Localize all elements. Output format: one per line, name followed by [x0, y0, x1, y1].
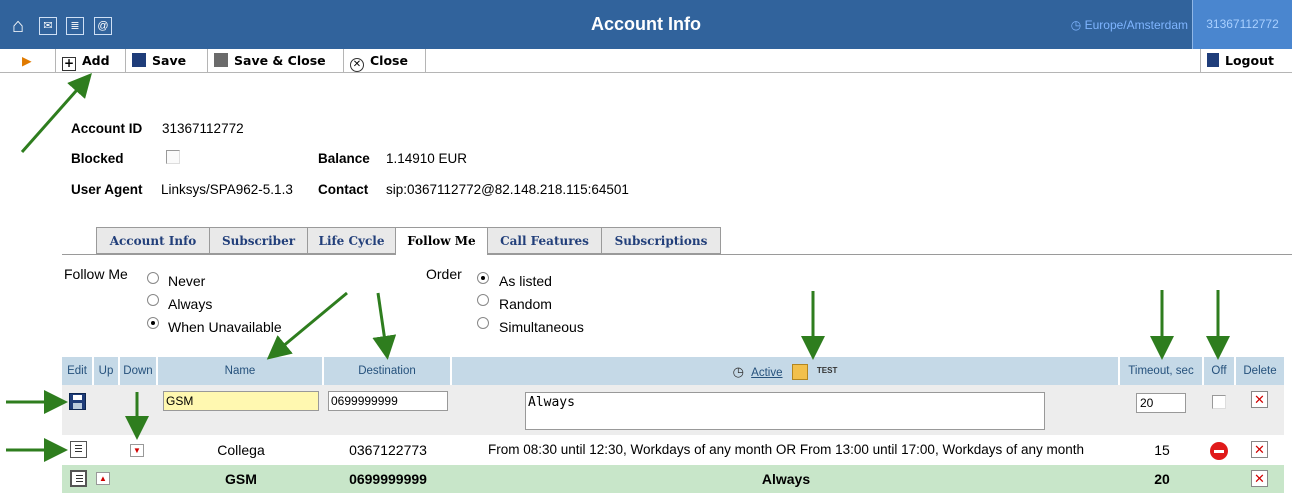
- follow-me-always-radio[interactable]: [147, 294, 159, 306]
- save-close-icon: [214, 53, 228, 67]
- save-close-label: Save & Close: [234, 53, 326, 68]
- off-checkbox[interactable]: [1212, 395, 1226, 409]
- active-link[interactable]: Active: [751, 367, 782, 379]
- save-icon: [132, 53, 146, 67]
- clock-icon: ◷: [1070, 18, 1085, 32]
- order-label: Order: [426, 266, 462, 282]
- play-icon[interactable]: ▶: [0, 49, 56, 73]
- row-timeout: 20: [1154, 471, 1170, 487]
- header-active: ◷ Active TEST: [452, 357, 1120, 385]
- logout-label: Logout: [1225, 53, 1274, 68]
- save-row-icon[interactable]: [69, 393, 86, 410]
- toolbar: ▶ + Add Save Save & Close ✕ Close Logout: [0, 49, 1292, 73]
- add-label: Add: [82, 53, 110, 68]
- logout-button[interactable]: Logout: [1200, 49, 1292, 73]
- timer-icon: ◷: [732, 364, 744, 379]
- move-up-icon[interactable]: ▲: [96, 472, 110, 485]
- save-button[interactable]: Save: [126, 49, 208, 73]
- account-id-value: 31367112772: [162, 121, 244, 136]
- row-timeout: 15: [1154, 442, 1170, 458]
- delete-row-button[interactable]: ✕: [1251, 391, 1268, 408]
- row-active: Always: [761, 471, 811, 487]
- arrow-name: [266, 291, 348, 360]
- follow-me-always-label: Always: [168, 296, 213, 312]
- tabs-divider: [62, 254, 1292, 255]
- header-down: Down: [120, 357, 158, 385]
- arrow-add: [20, 73, 92, 153]
- tab-follow-me[interactable]: Follow Me: [395, 227, 487, 255]
- edit-schedule-icon[interactable]: [791, 364, 808, 380]
- tab-subscriptions[interactable]: Subscriptions: [601, 227, 721, 254]
- user-agent-label: User Agent: [71, 182, 143, 197]
- header-delete: Delete: [1236, 357, 1284, 385]
- row-active: From 08:30 until 12:30, Workdays of any …: [487, 442, 1085, 457]
- header-up: Up: [94, 357, 120, 385]
- contact-label: Contact: [318, 182, 369, 197]
- table-row: ▲ GSM 0699999999 Always 20 ✕: [62, 465, 1284, 493]
- disabled-icon[interactable]: [1210, 442, 1228, 460]
- follow-me-never-label: Never: [168, 273, 206, 289]
- title-bar: ⌂ ✉ ≣ @ Account Info ◷ Europe/Amsterdam …: [0, 0, 1292, 49]
- arrow-destination: [372, 292, 397, 360]
- follow-me-unavailable-radio[interactable]: [147, 317, 159, 329]
- active-schedule-field[interactable]: Always: [525, 392, 1045, 430]
- tab-account-info[interactable]: Account Info: [96, 227, 209, 254]
- header-off: Off: [1204, 357, 1236, 385]
- header-edit: Edit: [62, 357, 94, 385]
- order-simultaneous-radio[interactable]: [477, 317, 489, 329]
- edit-row-icon[interactable]: [70, 470, 87, 487]
- balance-label: Balance: [318, 151, 370, 166]
- move-down-icon[interactable]: ▼: [130, 444, 144, 457]
- follow-me-unavailable-label: When Unavailable: [168, 319, 282, 335]
- account-number[interactable]: 31367112772: [1192, 0, 1292, 49]
- order-as-listed-label: As listed: [499, 273, 552, 289]
- header-timeout: Timeout, sec: [1120, 357, 1204, 385]
- close-button[interactable]: ✕ Close: [344, 49, 426, 73]
- edit-row-icon[interactable]: [70, 441, 87, 458]
- balance-value: 1.14910 EUR: [386, 151, 468, 166]
- name-input[interactable]: [163, 391, 319, 411]
- row-destination: 0699999999: [349, 471, 427, 487]
- order-as-listed-radio[interactable]: [477, 272, 489, 284]
- save-close-button[interactable]: Save & Close: [208, 49, 344, 73]
- logout-icon: [1207, 53, 1219, 67]
- row-destination: 0367122773: [349, 442, 427, 458]
- timezone-label: Europe/Amsterdam: [1084, 18, 1188, 32]
- order-random-radio[interactable]: [477, 294, 489, 306]
- follow-me-never-radio[interactable]: [147, 272, 159, 284]
- tab-life-cycle[interactable]: Life Cycle: [307, 227, 395, 254]
- delete-row-button[interactable]: ✕: [1251, 470, 1268, 487]
- tab-call-features[interactable]: Call Features: [487, 227, 601, 254]
- account-id-label: Account ID: [71, 121, 143, 136]
- close-icon: ✕: [350, 58, 364, 72]
- header-name: Name: [158, 357, 324, 385]
- test-icon[interactable]: TEST: [817, 366, 837, 375]
- header-destination: Destination: [324, 357, 452, 385]
- tab-subscriber[interactable]: Subscriber: [209, 227, 307, 254]
- timezone-link[interactable]: ◷ Europe/Amsterdam: [1071, 18, 1188, 32]
- blocked-checkbox[interactable]: [166, 150, 180, 164]
- edit-row: Always ✕: [62, 385, 1284, 435]
- blocked-label: Blocked: [71, 151, 124, 166]
- close-label: Close: [370, 53, 408, 68]
- delete-row-button[interactable]: ✕: [1251, 441, 1268, 458]
- add-icon: +: [62, 56, 76, 71]
- row-name: Collega: [217, 442, 265, 458]
- order-simultaneous-label: Simultaneous: [499, 319, 584, 335]
- follow-me-label: Follow Me: [64, 266, 128, 282]
- timeout-input[interactable]: [1136, 393, 1186, 413]
- table-row: ▼ Collega 0367122773 From 08:30 until 12…: [62, 435, 1284, 465]
- contact-value: sip:0367112772@82.148.218.115:64501: [386, 182, 629, 197]
- user-agent-value: Linksys/SPA962-5.1.3: [161, 182, 293, 197]
- add-button[interactable]: + Add: [56, 49, 126, 73]
- destination-input[interactable]: [328, 391, 448, 411]
- row-name: GSM: [225, 471, 257, 487]
- save-label: Save: [152, 53, 187, 68]
- order-random-label: Random: [499, 296, 552, 312]
